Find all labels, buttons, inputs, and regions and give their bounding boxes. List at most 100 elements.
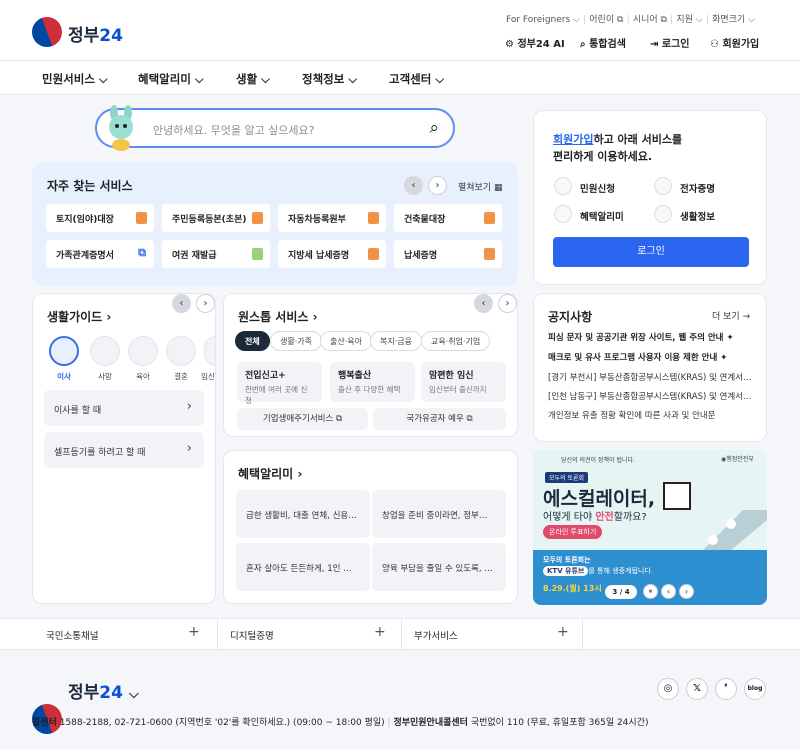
category-death-icon[interactable] [90,336,120,366]
notice-item[interactable]: 매크로 및 유사 프로그램 사용자 이용 제한 안내 ✦ [548,351,758,363]
footer-link-extra-service[interactable]: 부가서비스 [414,628,458,642]
banner-date: 8.29.(월) 13시 [543,584,602,593]
onestop-card[interactable]: 맘편한 임신 임신부터 출산까지 [421,362,506,402]
nav-customer-center[interactable]: 고객센터 ⌵ [389,71,444,87]
plus-icon[interactable]: + [188,624,200,640]
plus-icon[interactable]: + [557,624,569,640]
site-logo[interactable]: 정부24 [68,21,123,46]
pause-icon[interactable]: ⏸ [643,584,658,599]
service-resident-register[interactable]: 주민등록등본(초본) [162,204,270,232]
tab-birth-childcare[interactable]: 출산·육아 [320,331,372,351]
nav-civil-service[interactable]: 민원서비스 ⌵ [42,71,108,87]
service-car-register[interactable]: 자동차등록원부 [278,204,386,232]
tab-all[interactable]: 전체 [235,331,270,351]
service-tax-cert[interactable]: 납세증명 [394,240,502,268]
footer-link-digital-cert[interactable]: 디지털증명 [230,628,274,642]
nav-benefit-alert[interactable]: 혜택알리미 ⌵ [138,71,204,87]
category-pregnancy-icon[interactable] [204,336,216,366]
login-icon: ⇥ [650,39,659,50]
service-land-register[interactable]: 토지(임야)대장 [46,204,154,232]
benefit-item[interactable]: 창업을 준비 중이라면, 정부… [372,490,506,538]
search-input[interactable]: 안녕하세요. 무엇을 알고 싶으세요? [153,122,315,138]
category-marriage-icon[interactable] [166,336,196,366]
prev-arrow-icon[interactable]: ‹ [404,176,423,195]
onestop-card[interactable]: 행복출산 출산 후 다양한 혜택 [330,362,415,402]
gift-icon [554,205,572,223]
guide-self-registration[interactable]: 셀프등기를 하려고 할 때 [44,432,204,468]
onestop-title[interactable]: 원스톱 서비스 › [238,308,318,325]
banner-vote-pill: 온라인 투표하기 [543,525,603,539]
qr-code-icon [663,482,691,510]
util-foreigners[interactable]: For Foreigners ⌵ [506,15,580,25]
header-signup-button[interactable]: ⚇ 회원가입 [710,35,759,50]
document-icon [484,248,495,260]
header-search-button[interactable]: ⌕ 통합검색 [580,35,626,50]
plus-icon[interactable]: + [374,624,386,640]
promo-banner[interactable]: 당신의 의견이 정책이 됩니다. ◉행정안전부 모두의 토론회 에스컬레이터, … [533,450,767,605]
footer-logo[interactable]: 정부24 ⌵ [68,678,139,703]
benefit-item[interactable]: 급한 생활비, 대출 연체, 신용… [236,490,370,538]
veterans-link[interactable]: 국가유공자 예우 ⧉ [373,408,506,430]
service-family-cert[interactable]: 가족관계증명서 ⧉ [46,240,154,268]
next-arrow-icon[interactable]: › [679,584,694,599]
user-plus-icon: ⚇ [710,39,719,50]
header-ai-button[interactable]: ⚙ 정부24 AI [505,35,565,50]
category-childcare-icon[interactable] [128,336,158,366]
notice-item[interactable]: 피싱 문자 및 공공기관 위장 사이트, 웹 주의 안내 ✦ [548,331,758,343]
mascot-icon [109,105,133,151]
benefits-title[interactable]: 혜택알리미 › [238,465,302,482]
service-local-tax[interactable]: 지방세 납세증명 [278,240,386,268]
nav-policy[interactable]: 정책정보 ⌵ [302,71,357,87]
main-search-box[interactable]: 안녕하세요. 무엇을 알고 싶으세요? ⌕ [95,108,455,148]
login-button[interactable]: 로그인 [553,237,749,267]
tab-education-job[interactable]: 교육·취업·기업 [421,331,491,351]
external-link-icon: ⧉ [336,414,343,424]
util-children[interactable]: 어린이 ⧉ [589,15,623,25]
x-icon[interactable]: 𝕏 [686,678,708,700]
benefit-item[interactable]: 혼자 살아도 든든하게, 1인 … [236,543,370,591]
benefit-item[interactable]: 양육 부담을 줄일 수 있도록, … [372,543,506,591]
nav-life[interactable]: 생활 ⌵ [236,71,270,87]
tab-welfare-finance[interactable]: 복지·금융 [370,331,422,351]
blog-icon[interactable]: blog [744,678,766,700]
signup-link[interactable]: 회원가입 [553,133,593,146]
header-login-button[interactable]: ⇥ 로그인 [650,35,689,50]
search-icon[interactable]: ⌕ [429,118,439,138]
quick-e-cert[interactable]: 전자증명 [654,177,715,195]
life-guide-title[interactable]: 생활가이드 › [47,308,111,325]
guide-moving[interactable]: 이사를 할 때 [44,390,204,426]
notice-item[interactable]: 개인정보 유출 정황 확인에 따른 사과 및 안내문 [548,409,758,421]
next-arrow-icon[interactable]: › [498,294,517,313]
onestop-card[interactable]: 전입신고+ 한번에 여러 곳에 신청 [237,362,322,405]
login-panel: 회원가입하고 아래 서비스를 편리하게 이용하세요. 민원신청 전자증명 혜택알… [533,110,767,285]
util-font-size[interactable]: 화면크기 ⌵ [712,15,755,25]
prev-arrow-icon[interactable]: ‹ [172,294,191,313]
mail-icon [554,177,572,195]
prev-arrow-icon[interactable]: ‹ [474,294,493,313]
tab-life-family[interactable]: 생활·가족 [270,331,322,351]
kakao-story-icon[interactable]: ❜ [715,678,737,700]
next-arrow-icon[interactable]: › [428,176,447,195]
document-icon [368,248,379,260]
footer-link-communication[interactable]: 국민소통채널 [46,628,98,642]
main-nav: 민원서비스 ⌵ 혜택알리미 ⌵ 생활 ⌵ 정책정보 ⌵ 고객센터 ⌵ [0,60,800,95]
notice-item[interactable]: [경기 부천시] 부동산종합공부시스템(KRAS) 및 연계서… [548,371,758,383]
instagram-icon[interactable]: ◎ [657,678,679,700]
util-senior[interactable]: 시니어 ⧉ [633,15,667,25]
category-moving-icon[interactable] [49,336,79,366]
util-support[interactable]: 지원 ⌵ [676,15,702,25]
prev-arrow-icon[interactable]: ‹ [661,584,676,599]
notice-item[interactable]: [인천 남동구] 부동산종합공부시스템(KRAS) 및 연계서… [548,390,758,402]
login-message: 회원가입하고 아래 서비스를 편리하게 이용하세요. [553,133,683,163]
service-building-register[interactable]: 건축물대장 [394,204,502,232]
notice-more-link[interactable]: 더 보기 → [712,309,750,322]
quick-civil-apply[interactable]: 민원신청 [554,177,615,195]
quick-life-info[interactable]: 생활정보 [654,205,715,223]
grid-icon: ▦ [494,183,503,193]
banner-pager: 3 / 4 [605,585,637,599]
expand-button[interactable]: 펼쳐보기 ▦ [458,180,503,193]
service-passport[interactable]: 여권 재발급 [162,240,270,268]
next-arrow-icon[interactable]: › [196,294,215,313]
business-lifecycle-link[interactable]: 기업생애주기서비스 ⧉ [237,408,368,430]
quick-benefit[interactable]: 혜택알리미 [554,205,624,223]
